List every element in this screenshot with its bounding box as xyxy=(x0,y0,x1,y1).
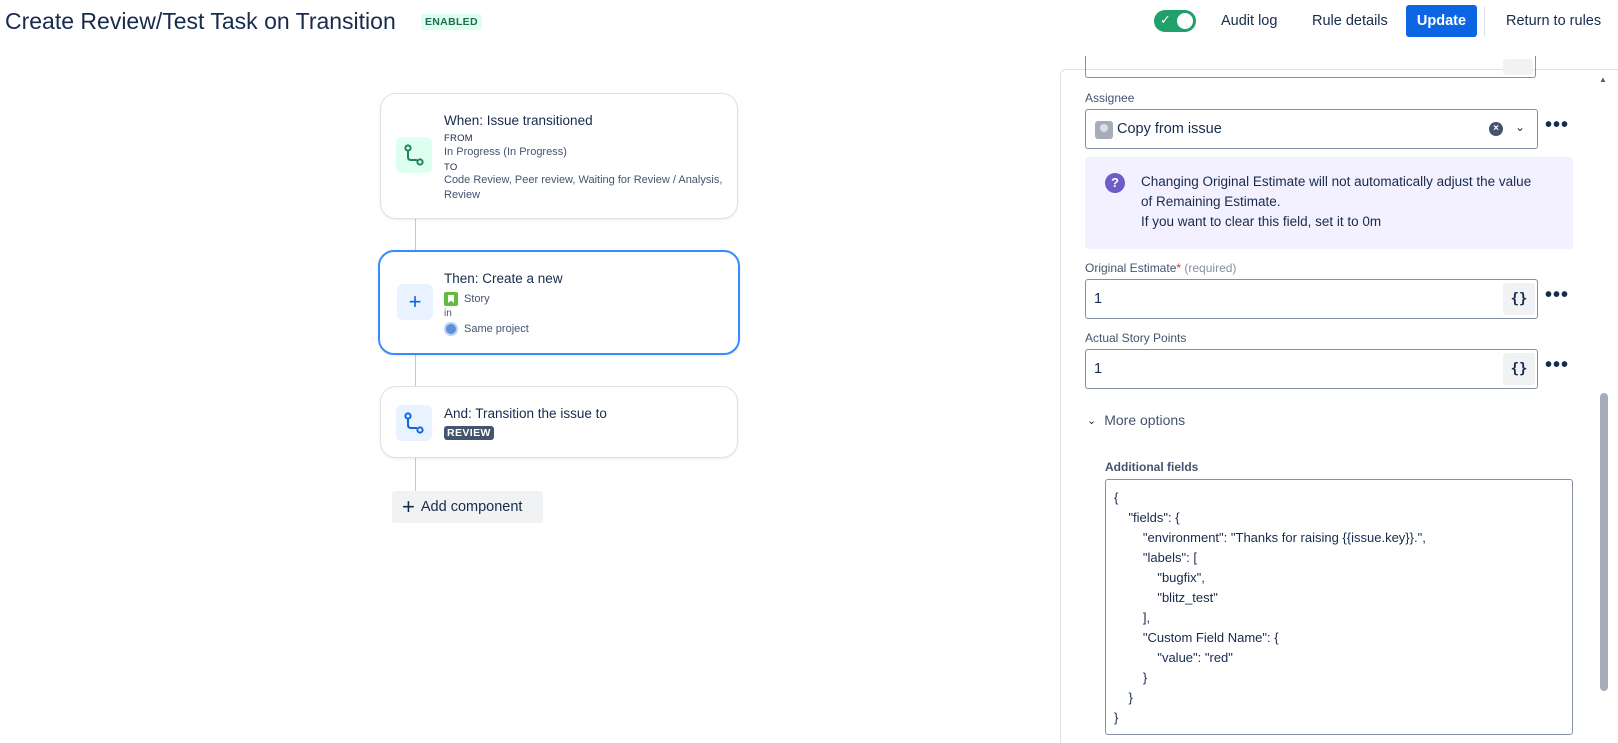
json-line: "environment": "Thanks for raising {{iss… xyxy=(1114,530,1426,545)
from-value: In Progress (In Progress) xyxy=(444,146,567,158)
transition-icon xyxy=(396,137,432,173)
to-label: TO xyxy=(444,162,458,173)
page-title: Create Review/Test Task on Transition xyxy=(5,8,396,34)
flow-connector xyxy=(415,457,416,491)
previous-field-input[interactable] xyxy=(1085,56,1536,78)
in-label: in xyxy=(444,308,452,319)
create-title: Then: Create a new xyxy=(444,271,563,286)
status-lozenge: REVIEW xyxy=(444,426,494,440)
original-estimate-label: Original Estimate* (required) xyxy=(1085,261,1236,275)
user-avatar-icon xyxy=(1095,121,1113,139)
json-line: } xyxy=(1114,690,1133,705)
more-options-label: More options xyxy=(1104,412,1186,428)
story-points-input[interactable]: 1 {} xyxy=(1085,349,1538,389)
panel-scrollbar[interactable]: ▲ xyxy=(1598,69,1610,743)
project-name: Same project xyxy=(464,323,529,335)
header-divider xyxy=(1484,6,1485,36)
json-line: ], xyxy=(1114,610,1151,625)
json-line: } xyxy=(1114,670,1148,685)
required-hint: (required) xyxy=(1184,261,1237,275)
more-actions-icon[interactable]: ••• xyxy=(1545,285,1569,305)
to-value: Code Review, Peer review, Waiting for Re… xyxy=(444,174,723,186)
info-text: Changing Original Estimate will not auto… xyxy=(1141,172,1561,232)
json-line: } xyxy=(1114,710,1119,725)
json-line: "Custom Field Name": { xyxy=(1114,630,1279,645)
trigger-card[interactable]: When: Issue transitioned FROM In Progres… xyxy=(380,93,738,219)
issue-type: Story xyxy=(464,293,490,305)
story-points-label: Actual Story Points xyxy=(1085,331,1187,345)
json-line: "bugfix", xyxy=(1114,570,1205,585)
json-line: "labels": [ xyxy=(1114,550,1197,565)
flow-connector xyxy=(415,354,416,387)
question-icon: ? xyxy=(1105,173,1125,193)
json-line: "fields": { xyxy=(1114,510,1180,525)
field-label-text: Original Estimate xyxy=(1085,261,1177,275)
from-label: FROM xyxy=(444,133,473,144)
rule-header: Create Review/Test Task on Transition EN… xyxy=(0,0,1618,46)
rule-enabled-toggle[interactable]: ✓ xyxy=(1154,10,1196,32)
transition-icon xyxy=(396,405,432,441)
update-button[interactable]: Update xyxy=(1406,5,1477,37)
json-line: "blitz_test" xyxy=(1114,590,1218,605)
audit-log-button[interactable]: Audit log xyxy=(1211,5,1287,37)
plus-icon: + xyxy=(397,284,433,320)
info-message: ? Changing Original Estimate will not au… xyxy=(1085,157,1573,249)
original-estimate-input[interactable]: 1 {} xyxy=(1085,279,1538,319)
additional-fields-textarea[interactable]: { "fields": { "environment": "Thanks for… xyxy=(1105,479,1573,735)
chevron-down-icon: ⌄ xyxy=(1087,414,1097,427)
more-actions-icon[interactable]: ••• xyxy=(1545,355,1569,375)
return-to-rules-button[interactable]: Return to rules xyxy=(1496,5,1611,37)
add-component-label: Add component xyxy=(420,499,523,515)
create-issue-card[interactable]: + Then: Create a new Story in Same proje… xyxy=(378,250,740,355)
assignee-label: Assignee xyxy=(1085,91,1135,105)
check-icon: ✓ xyxy=(1160,12,1171,27)
rule-details-button[interactable]: Rule details xyxy=(1302,5,1398,37)
transition-card[interactable]: And: Transition the issue to REVIEW xyxy=(380,386,738,458)
info-line: of Remaining Estimate. xyxy=(1141,194,1281,209)
clear-icon[interactable]: × xyxy=(1489,122,1503,136)
chevron-down-icon[interactable]: ⌄ xyxy=(1515,120,1525,134)
project-avatar xyxy=(444,322,458,336)
original-estimate-value: 1 xyxy=(1094,291,1103,307)
required-marker: * xyxy=(1176,261,1182,275)
info-line: If you want to clear this field, set it … xyxy=(1141,214,1382,229)
more-options-toggle[interactable]: ⌄ More options xyxy=(1087,412,1185,428)
more-actions-icon[interactable]: ••• xyxy=(1545,115,1569,135)
story-icon xyxy=(444,292,458,306)
toggle-knob xyxy=(1177,13,1193,29)
info-line: Changing Original Estimate will not auto… xyxy=(1141,174,1532,189)
status-badge: ENABLED xyxy=(421,14,482,30)
story-points-value: 1 xyxy=(1094,361,1103,377)
smart-value-button[interactable]: {} xyxy=(1503,353,1535,385)
assignee-value: Copy from issue xyxy=(1117,121,1222,137)
scroll-thumb[interactable] xyxy=(1600,393,1608,691)
flow-connector xyxy=(415,218,416,251)
plus-icon: + xyxy=(402,494,415,519)
trigger-title: When: Issue transitioned xyxy=(444,113,593,128)
smart-value-button[interactable]: {} xyxy=(1503,283,1535,315)
json-line: { xyxy=(1114,490,1119,505)
assignee-select[interactable]: Copy from issue × ⌄ xyxy=(1085,109,1538,149)
to-value: Review xyxy=(444,189,481,201)
transition-title: And: Transition the issue to xyxy=(444,406,607,421)
additional-fields-label: Additional fields xyxy=(1105,460,1199,474)
json-line: "value": "red" xyxy=(1114,650,1233,665)
smart-value-button[interactable] xyxy=(1503,59,1533,75)
add-component-button[interactable]: + Add component xyxy=(392,491,543,523)
scroll-up-icon[interactable]: ▲ xyxy=(1599,75,1607,84)
